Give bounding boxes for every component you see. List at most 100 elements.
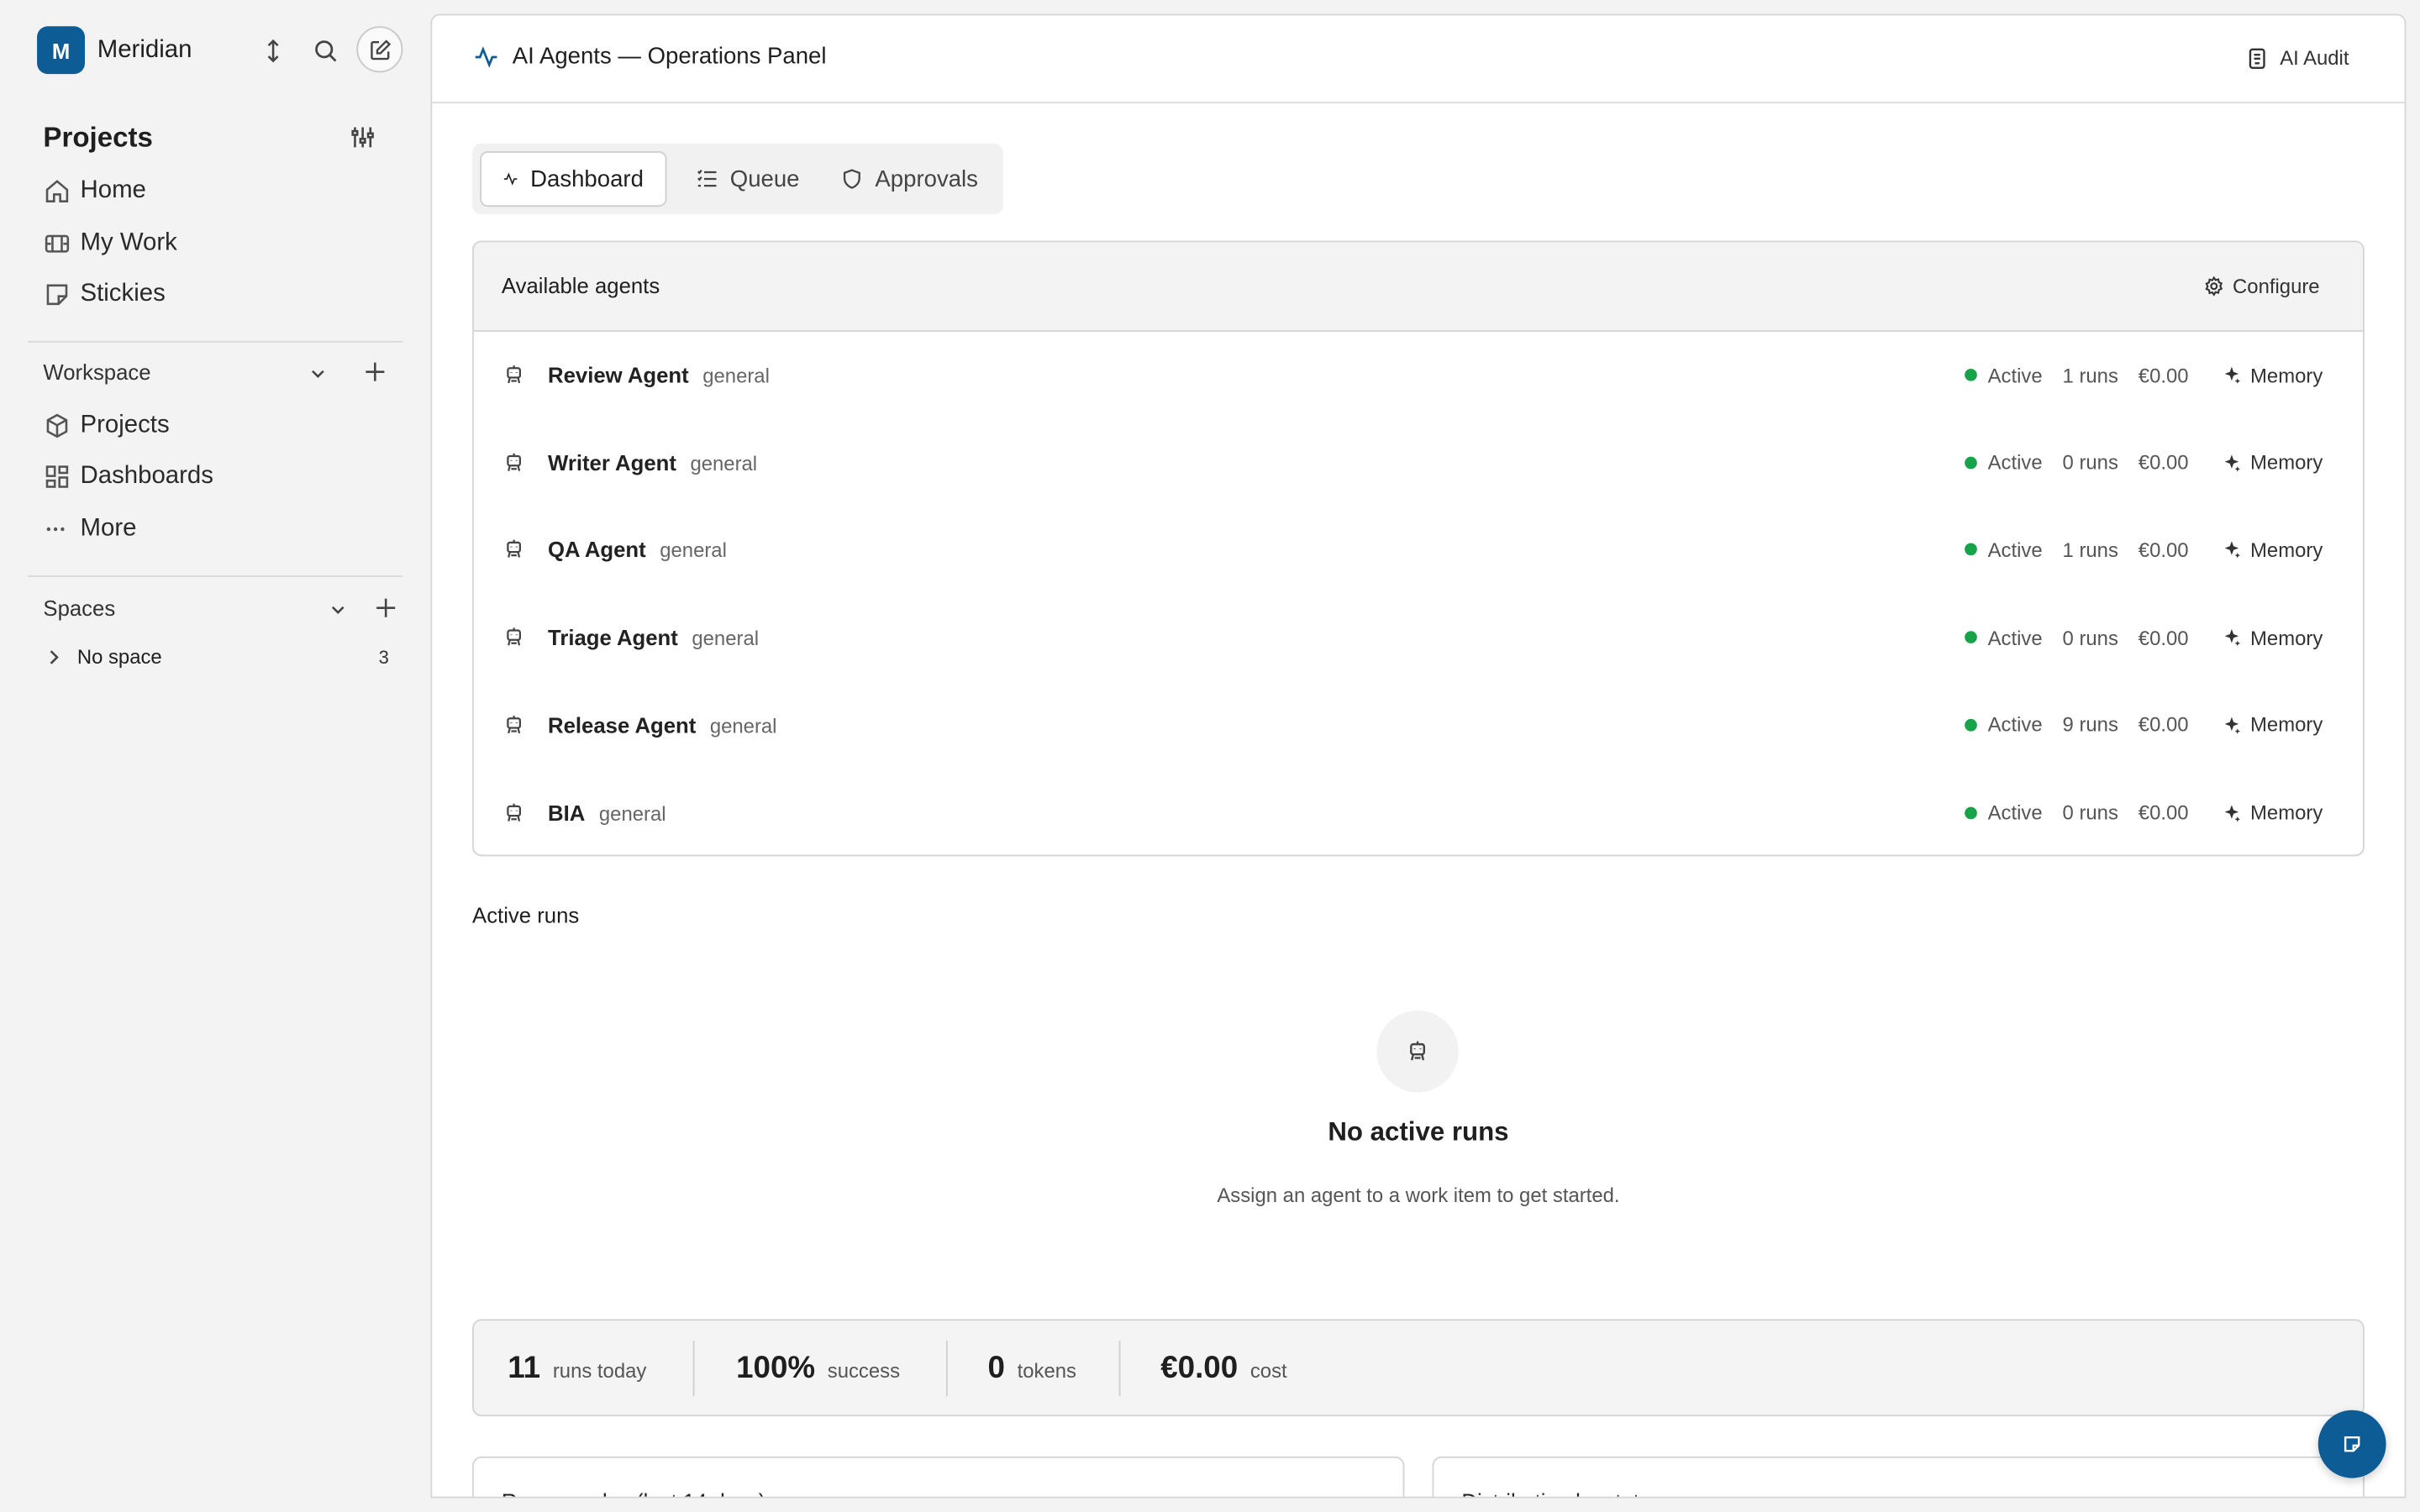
sticky-note-icon [2344,1436,2360,1452]
tab-bar: Dashboard Queue Approvals [472,143,1003,215]
memory-button[interactable]: Memory [2223,538,2323,561]
agent-runs: 0 runs [2062,450,2118,475]
card-title: Available agents [501,273,660,298]
sidebar-divider [28,575,403,577]
memory-button[interactable]: Memory [2223,364,2323,386]
agent-name: Review Agent general [548,362,770,388]
memory-button[interactable]: Memory [2223,801,2323,824]
robot-icon [503,364,525,386]
card-title: Distribution by status [1461,1488,1662,1496]
agent-runs: 0 runs [2062,625,2118,649]
ai-audit-button[interactable]: AI Audit [2248,46,2349,70]
sidebar-item-stickies[interactable]: Stickies [43,281,166,308]
floating-notes-button[interactable] [2317,1410,2386,1478]
agent-name: Release Agent general [548,712,777,738]
agent-name: Triage Agent general [548,625,760,650]
agent-row[interactable]: QA Agent general Active 1 runs €0.00 Memory [474,507,2363,593]
sidebar-item-dashboards[interactable]: Dashboards [43,463,213,491]
stat-tokens: 0 tokens [987,1351,1077,1386]
plus-icon [366,362,385,381]
agent-name: Writer Agent general [548,449,758,475]
sparkle-icon [2223,628,2250,647]
chevron-right-icon [50,649,59,664]
agent-runs: 1 runs [2062,538,2118,562]
memory-button[interactable]: Memory [2223,451,2323,474]
agent-cost: €0.00 [2138,538,2189,562]
agent-tag: general [709,714,777,738]
agent-row[interactable]: BIA general Active 0 runs €0.00 Memory [474,769,2363,855]
add-workspace-item-button[interactable] [361,358,389,386]
tab-approvals[interactable]: Approvals [819,151,999,207]
activity-icon [475,45,497,67]
configure-button[interactable]: Configure [2203,275,2320,297]
agent-cost: €0.00 [2138,363,2189,387]
sliders-icon[interactable] [349,123,376,151]
workspace-name: Meridian [97,36,192,63]
chevron-down-icon[interactable] [324,596,352,623]
agent-cost: €0.00 [2138,713,2189,737]
agent-row[interactable]: Triage Agent general Active 0 runs €0.00 Memo… [474,594,2363,680]
list-icon [697,169,717,187]
memory-button[interactable]: Memory [2223,713,2323,737]
chevron-down-icon[interactable] [304,360,332,387]
status-dot [1965,543,1977,556]
sidebar: M Meridian Projects Home My Work Stickie… [0,0,430,1512]
tab-dashboard[interactable]: Dashboard [480,150,667,207]
sidebar-item-more[interactable]: More [43,515,136,543]
dashboard-icon [45,465,69,488]
status-dot [1965,368,1977,381]
agent-tag: general [690,451,758,475]
sticky-note-icon [46,284,68,306]
workspace-avatar: M [37,26,86,75]
agent-runs: 0 runs [2062,801,2118,824]
add-space-button[interactable] [372,594,400,622]
main-panel: AI Agents — Operations Panel AI Audit Da… [430,13,2407,1499]
sparkle-icon [2223,365,2250,384]
sidebar-item-home[interactable]: Home [43,177,146,205]
audit-document-icon [2249,47,2266,69]
agent-tag: general [702,364,770,388]
card-header: Available agents Configure [473,242,2364,332]
agent-runs: 1 runs [2062,363,2118,387]
cube-icon [46,413,68,438]
active-runs-title: Active runs [472,902,580,927]
status-dot [1965,631,1977,644]
stats-bar: 11 runs today 100% success 0 tokens €0.0… [472,1319,2365,1417]
sort-arrows-icon[interactable] [258,35,289,66]
status-dot [1965,456,1977,469]
stat-runs-today: 11 runs today [508,1351,647,1386]
sparkle-icon [2223,716,2250,734]
sidebar-item-my-work[interactable]: My Work [43,230,177,258]
status-badge: Active [1987,801,2043,824]
agent-row[interactable]: Review Agent general Active 1 runs €0.00 Memo… [474,332,2363,418]
page-title: AI Agents — Operations Panel [474,43,826,70]
space-item-no-space[interactable]: No space 3 [43,645,389,668]
search-icon[interactable] [310,35,341,66]
edit-icon [370,39,391,60]
robot-icon [503,452,525,474]
runs-per-day-card: Runs per day (last 14 days) [472,1456,1405,1497]
agent-name: QA Agent general [548,537,727,563]
agent-meta: Active 1 runs €0.00 Memory [1965,538,2323,562]
agent-row[interactable]: Writer Agent general Active 0 runs €0.00 Memo… [474,419,2363,506]
activity-icon [503,172,518,186]
stat-success: 100% success [736,1351,901,1386]
memory-button[interactable]: Memory [2223,626,2323,649]
sidebar-item-projects[interactable]: Projects [43,412,170,439]
agent-cost: €0.00 [2138,450,2189,475]
tab-queue[interactable]: Queue [675,151,822,207]
workspace-switcher[interactable]: M Meridian [37,26,192,75]
agent-meta: Active 0 runs €0.00 Memory [1965,450,2323,475]
card-title: Runs per day (last 14 days) [502,1488,765,1496]
robot-icon [503,714,525,736]
compose-button[interactable] [356,26,403,73]
status-badge: Active [1987,625,2043,649]
robot-icon [503,627,525,648]
sparkle-icon [2223,541,2250,559]
stat-divider [945,1341,948,1397]
agent-row[interactable]: Release Agent general Active 9 runs €0.00 Mem… [474,681,2363,768]
plus-icon [376,598,396,617]
space-count: 3 [378,645,389,668]
workspace-group-label: Workspace [43,359,151,385]
agent-cost: €0.00 [2138,625,2189,649]
